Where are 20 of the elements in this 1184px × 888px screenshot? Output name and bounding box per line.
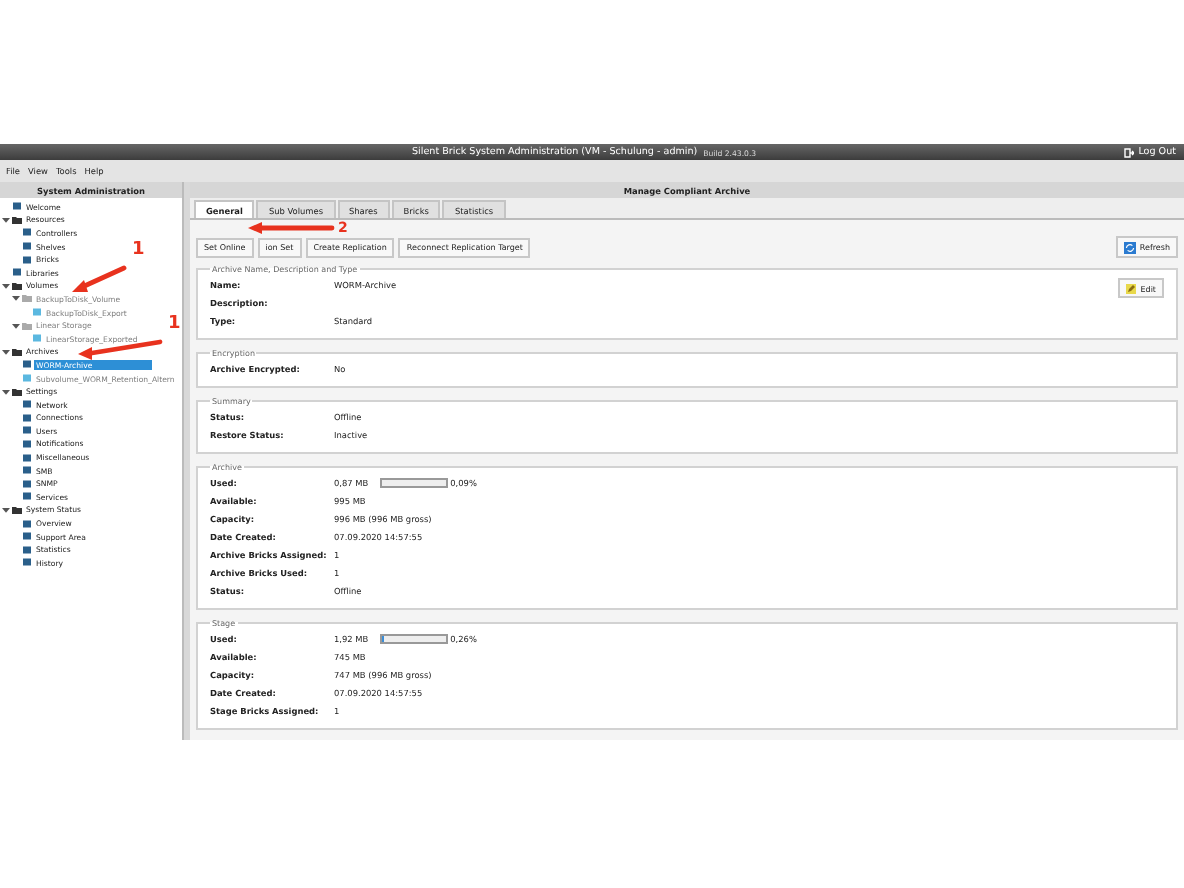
- folder-icon: [12, 215, 22, 224]
- expand-toggle-icon[interactable]: [2, 347, 10, 356]
- folder-icon: [12, 347, 22, 356]
- pencil-icon: [1126, 283, 1137, 293]
- expand-toggle-icon[interactable]: [2, 505, 10, 514]
- page-icon: [32, 334, 42, 343]
- page-icon: [32, 308, 42, 317]
- refresh-icon: [1123, 241, 1136, 253]
- folder-icon: [12, 505, 22, 514]
- expand-toggle-icon[interactable]: [2, 281, 10, 290]
- folder-icon: [22, 321, 32, 330]
- expand-toggle-icon[interactable]: [2, 387, 10, 396]
- page-icon: [12, 202, 22, 211]
- annotation-arrow: [248, 222, 335, 234]
- annotation-number: 1: [168, 316, 181, 334]
- annotation-number: 1: [132, 242, 145, 260]
- folder-icon: [12, 387, 22, 396]
- expand-toggle-icon[interactable]: [2, 215, 10, 224]
- logout-icon: [1124, 147, 1135, 157]
- annotation-arrow: [72, 265, 127, 292]
